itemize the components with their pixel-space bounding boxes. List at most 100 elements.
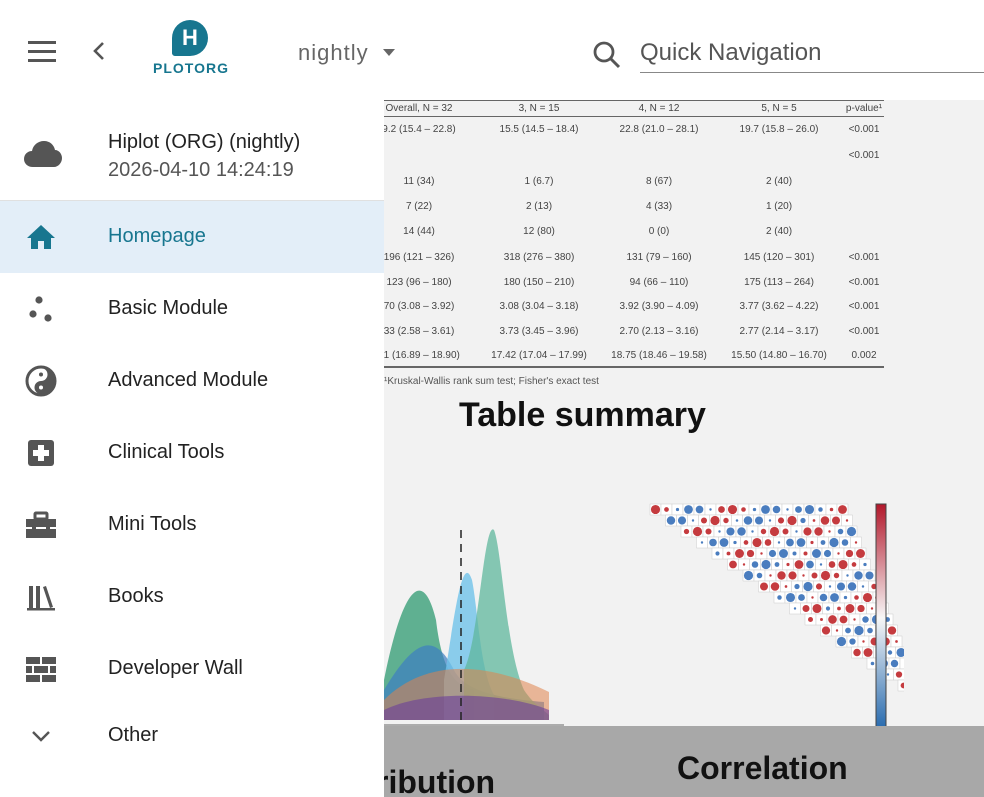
cloud-icon [24,140,62,170]
corr-dot [830,593,839,602]
table-cell: 145 (120 – 301) [743,252,815,263]
corr-dot [865,571,874,580]
table-cell: 71 (16.89 – 18.90) [384,350,460,361]
chevron-left-icon[interactable] [86,34,112,68]
corr-dot [800,517,806,524]
nav-item-clinical-tools[interactable]: Clinical Tools [0,417,384,489]
corr-dot [843,595,848,600]
nav-label: Advanced Module [108,369,269,391]
table-cell: 1 (20) [765,201,793,212]
nav-item-mini-tools[interactable]: Mini Tools [0,489,384,561]
table-cell: 123 (96 – 180) [386,277,452,288]
corr-dot [812,519,816,522]
quick-navigation-input[interactable] [640,34,984,72]
corr-dot [742,563,746,566]
corr-dot [786,538,794,547]
table-cell: <0.001 [848,277,880,288]
corr-dot [815,583,823,590]
table-cell: <0.001 [848,301,880,312]
corr-dot [802,574,805,577]
corr-dot [814,527,823,536]
corr-dot [819,593,828,602]
corr-dot [726,551,731,556]
corr-dot [836,582,846,591]
corr-dot [819,563,823,566]
corr-dot [856,549,865,558]
table-cell: <0.001 [848,326,880,337]
navigation-drawer: Hiplot (ORG) (nightly) 2026-04-10 14:24:… [0,100,384,797]
table-cell: 8 (67) [645,176,673,187]
corr-dot [821,626,831,635]
corr-dot [828,615,837,624]
corr-dot [854,541,858,544]
corr-dot [777,541,781,544]
corr-dot [854,595,859,600]
nav-item-advanced-module[interactable]: Advanced Module [0,345,384,417]
corr-dot [845,519,849,522]
nav-item-basic-module[interactable]: Basic Module [0,273,384,345]
table-cell: 196 (121 – 326) [384,252,455,263]
corr-dot [832,516,840,525]
corr-dot [845,604,855,613]
corr-dot [792,551,797,556]
scatter-dots-icon [24,293,58,325]
corr-dot [793,607,797,610]
nav-item-other[interactable]: Other [0,700,384,772]
corr-dot [845,549,854,558]
table-cell: 175 (113 – 264) [744,277,814,288]
corr-dot [777,571,786,580]
nav-label: Clinical Tools [108,441,225,463]
corr-dot [862,640,865,643]
table-cell: 0 (0) [648,226,670,237]
corr-dot [650,504,661,515]
table-cell: 70 (3.08 – 3.92) [384,301,455,312]
logo-mark: H [172,20,208,56]
corr-dot [798,594,805,601]
corr-dot [709,508,712,511]
corr-dot [786,508,789,511]
plotorg-logo[interactable]: H PLOTORG [146,20,236,82]
corr-dot [795,530,798,533]
corr-dot [777,595,782,600]
corr-dot [828,585,832,588]
corr-dot [735,519,739,522]
corr-dot [854,571,863,580]
nav-item-homepage[interactable]: Homepage [0,201,384,273]
nav-item-developer-wall[interactable]: Developer Wall [0,633,384,705]
corr-dot [811,596,814,599]
table-cell: 2.70 (2.13 – 3.16) [619,326,699,337]
quick-navigation-field[interactable] [640,34,984,73]
corr-dot [737,527,746,536]
corr-dot [700,541,704,544]
table-cell: 131 (79 – 160) [626,252,692,263]
nav-item-books[interactable]: Books [0,561,384,633]
nav-label: Basic Module [108,297,229,319]
table-cell: 3, N = 15 [518,103,560,114]
books-icon [24,581,58,613]
corr-dot [760,582,768,591]
corr-dot [727,504,738,515]
corr-dot [849,638,856,645]
corr-dot [700,517,708,524]
corr-dot [851,562,857,567]
corr-cell [899,657,904,670]
hamburger-icon[interactable] [22,34,62,68]
corr-dot [754,516,764,525]
corr-dot [863,648,873,657]
yin-yang-icon [24,365,58,397]
version-select[interactable]: nightly [298,38,395,68]
table-rule [384,100,884,101]
table-cell: 2.77 (2.14 – 3.17) [739,326,819,337]
corr-dot [761,559,771,570]
account-header[interactable]: Hiplot (ORG) (nightly) 2026-04-10 14:24:… [0,100,384,200]
corr-dot [743,516,753,525]
search-icon[interactable] [592,40,624,72]
corr-dot [846,526,857,537]
table-cell: 0.002 [851,350,877,361]
corr-dot [803,581,813,592]
corr-dot [772,505,781,514]
corr-dot [782,528,789,535]
corr-dot [709,538,717,547]
correlation-matrix-image [649,503,904,733]
corr-dot [825,606,831,611]
